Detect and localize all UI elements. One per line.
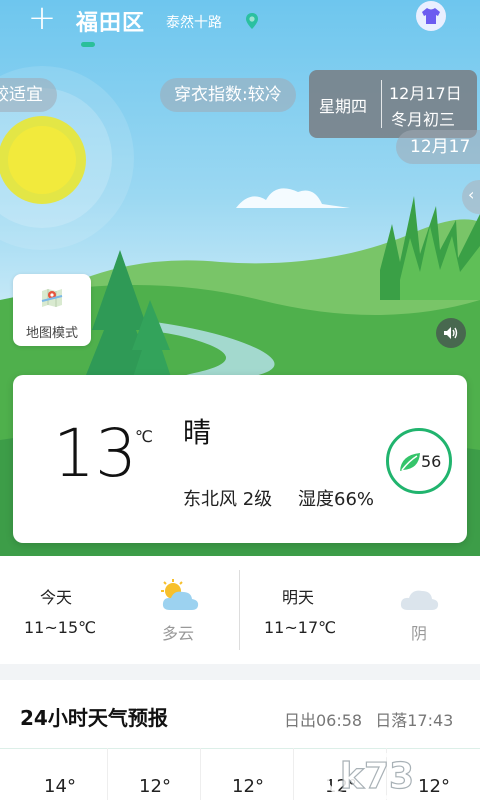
comfort-index-pill[interactable]: 较适宜: [0, 78, 57, 112]
street-name: 泰然十路: [166, 15, 222, 31]
day-condition: 多云: [162, 624, 195, 643]
humidity-info: 湿度66%: [298, 489, 375, 510]
shirt-icon: [422, 8, 440, 24]
map-mode-button[interactable]: 地图模式: [13, 274, 91, 346]
voice-broadcast-button[interactable]: [436, 318, 466, 348]
sunrise-time: 日出06:58: [284, 711, 363, 730]
weekday: 星期四: [319, 97, 368, 116]
current-temperature: 13: [53, 415, 137, 492]
top-bar: + 福田区 泰然十路: [0, 0, 480, 52]
current-weather-card[interactable]: 13 ℃ 晴 东北风 2级 湿度66% 56: [13, 375, 467, 543]
day-condition: 阴: [411, 624, 428, 643]
speaker-icon: [444, 327, 458, 339]
map-mode-label: 地图模式: [25, 326, 78, 341]
date-divider: [381, 80, 382, 128]
add-city-button[interactable]: +: [26, 1, 58, 35]
aqi-value: 56: [421, 452, 442, 471]
map-icon: [41, 289, 63, 307]
aqi-badge[interactable]: 56: [386, 428, 452, 494]
dress-index-pill[interactable]: 穿衣指数:较冷: [160, 78, 296, 112]
wind-info: 东北风 2级: [183, 489, 273, 510]
temperature-range: 11~17℃: [264, 618, 337, 637]
date-card[interactable]: 星期四 12月17日 冬月初三: [309, 70, 477, 138]
temperature-range: 11~15℃: [24, 618, 97, 637]
outfit-button[interactable]: [416, 1, 446, 31]
lunar-date: 冬月初三: [391, 110, 456, 129]
forecast-title: 24小时天气预报: [20, 706, 168, 730]
day-title: 今天: [40, 588, 73, 607]
day-title: 明天: [282, 588, 315, 607]
gregorian-date: 12月17日: [389, 84, 462, 103]
day-divider: [239, 570, 240, 650]
weather-hero: + 福田区 泰然十路 较适宜 穿衣指数:较冷 星期四 12月17日 冬月初三 1…: [0, 0, 480, 560]
partly-cloudy-icon: [161, 579, 199, 610]
date-pill[interactable]: 12月17: [396, 130, 480, 164]
daily-summary-strip: 今天 11~15℃ 多云 明天 11~17℃ 阴: [0, 556, 480, 664]
sun-times: 日出06:58 日落17:43: [284, 707, 453, 731]
page-indicator: [81, 42, 95, 47]
hourly-cell[interactable]: 14°: [13, 748, 107, 800]
location-pin-icon: [246, 13, 258, 29]
weather-condition: 晴: [183, 416, 212, 449]
leaf-icon: [400, 453, 420, 471]
plus-icon: +: [27, 0, 57, 38]
city-name[interactable]: 福田区: [76, 5, 145, 37]
hourly-cell[interactable]: 12°: [200, 748, 294, 800]
site-watermark-logo: k73: [323, 750, 479, 800]
hourly-temperature: 12°: [232, 776, 264, 797]
hourly-temperature: 14°: [44, 776, 76, 797]
hourly-temperature: 12°: [139, 776, 171, 797]
temperature-unit: ℃: [135, 427, 153, 446]
sunset-time: 日落17:43: [375, 711, 454, 730]
watermark-text: k73: [340, 756, 414, 797]
cloud-shape: [236, 188, 350, 208]
sun-core: [8, 126, 76, 194]
hourly-cell[interactable]: 12°: [107, 748, 201, 800]
cloud-icon: [400, 590, 439, 610]
